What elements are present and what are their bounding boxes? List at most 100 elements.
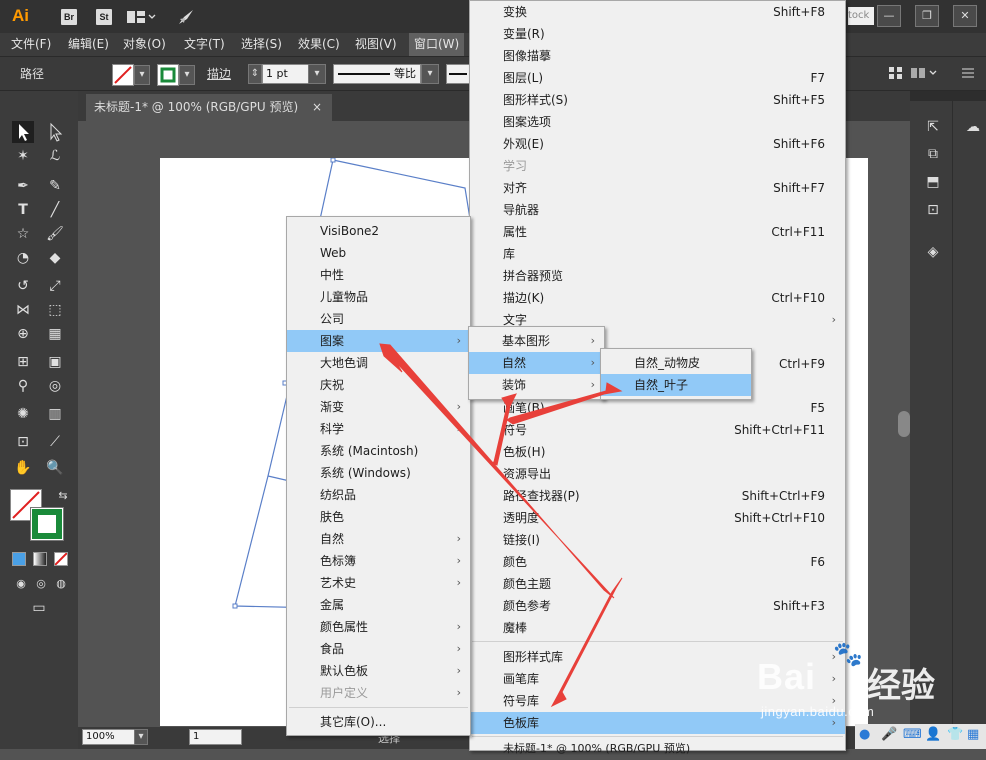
artboard-number-input[interactable]: 1 bbox=[189, 729, 242, 745]
swatch-library-item[interactable]: 系统 (Windows) bbox=[287, 462, 470, 484]
pen-tool-icon[interactable]: ✒ bbox=[12, 175, 34, 197]
stroke-profile-dropdown-icon[interactable]: ▾ bbox=[421, 64, 439, 84]
shape-builder-tool-icon[interactable]: ⊕ bbox=[12, 323, 34, 345]
window-menu-item[interactable]: 颜色 F6 bbox=[470, 551, 845, 573]
column-graph-tool-icon[interactable]: ▥ bbox=[44, 403, 66, 425]
window-menu-item[interactable]: 外观(E) Shift+F6 bbox=[470, 133, 845, 155]
draw-inside-icon[interactable]: ◍ bbox=[50, 573, 72, 595]
window-menu-item[interactable]: 魔棒 bbox=[470, 617, 845, 639]
blend-tool-icon[interactable]: ◎ bbox=[44, 375, 66, 397]
window-menu-item[interactable]: 透明度 Shift+Ctrl+F10 bbox=[470, 507, 845, 529]
swatch-library-item[interactable]: 色标簿 › bbox=[287, 550, 470, 572]
draw-normal-icon[interactable]: ◉ bbox=[10, 573, 32, 595]
pattern-item-basic[interactable]: 基本图形 › bbox=[469, 330, 604, 352]
color-mode-icon[interactable] bbox=[12, 552, 26, 566]
tray-baidu-icon[interactable]: ● bbox=[859, 727, 870, 742]
window-menu-item[interactable]: 符号 Shift+Ctrl+F11 bbox=[470, 419, 845, 441]
align-grid-icon[interactable] bbox=[888, 65, 904, 81]
swatch-library-item[interactable]: 食品 › bbox=[287, 638, 470, 660]
swap-fill-stroke-icon[interactable]: ⇆ bbox=[52, 485, 74, 507]
swatch-library-item[interactable]: 金属 bbox=[287, 594, 470, 616]
brush-definition-select[interactable] bbox=[446, 64, 470, 84]
swatch-library-item[interactable]: VisiBone2 bbox=[287, 220, 470, 242]
transform-panel-icon[interactable]: ⊡ bbox=[922, 199, 944, 221]
open-document-item[interactable]: 未标题-1* @ 100% (RGB/GPU 预览) bbox=[470, 738, 845, 760]
export-panel-icon[interactable]: ⇱ bbox=[922, 116, 944, 138]
pattern-item-decorative[interactable]: 装饰 › bbox=[469, 374, 604, 396]
swatch-library-item[interactable]: 渐变 › bbox=[287, 396, 470, 418]
stroke-color-swatch[interactable] bbox=[30, 507, 64, 541]
stroke-profile-select[interactable]: 等比 bbox=[333, 64, 421, 84]
window-menu-item[interactable]: 属性 Ctrl+F11 bbox=[470, 221, 845, 243]
stroke-weight-stepper[interactable]: ⇕ bbox=[248, 64, 262, 84]
free-transform-tool-icon[interactable]: ⬚ bbox=[44, 299, 66, 321]
swatch-library-item[interactable]: 颜色属性 › bbox=[287, 616, 470, 638]
window-menu-item[interactable]: 图案选项 bbox=[470, 111, 845, 133]
window-menu-item[interactable]: 变量(R) bbox=[470, 23, 845, 45]
window-menu-item[interactable]: 库 bbox=[470, 243, 845, 265]
sync-rocket-icon[interactable] bbox=[176, 7, 196, 27]
mesh-tool-icon[interactable]: ⊞ bbox=[12, 351, 34, 373]
magic-wand-tool-icon[interactable]: ✶ bbox=[12, 145, 34, 167]
tray-mic-icon[interactable]: 🎤 bbox=[881, 727, 897, 742]
screen-mode-icon[interactable]: ▭ bbox=[28, 597, 50, 619]
window-menu-item[interactable]: 颜色参考 Shift+F3 bbox=[470, 595, 845, 617]
fill-swatch[interactable] bbox=[112, 64, 134, 86]
workspace-layout-icon[interactable] bbox=[127, 9, 157, 25]
none-mode-icon[interactable] bbox=[54, 552, 68, 566]
window-menu-item[interactable]: 图形样式(S) Shift+F5 bbox=[470, 89, 845, 111]
swatch-library-item[interactable]: 艺术史 › bbox=[287, 572, 470, 594]
stroke-label[interactable]: 描边 bbox=[207, 65, 231, 82]
tray-keyboard-icon[interactable]: ⌨ bbox=[903, 727, 922, 742]
transform-options-icon[interactable] bbox=[910, 65, 940, 81]
asset-export-panel-icon[interactable]: ⬒ bbox=[922, 171, 944, 193]
swatch-library-item[interactable]: 公司 bbox=[287, 308, 470, 330]
perspective-grid-tool-icon[interactable]: ▦ bbox=[44, 323, 66, 345]
panel-menu-icon[interactable] bbox=[960, 65, 976, 81]
creative-cloud-libraries-icon[interactable]: ☁ bbox=[962, 116, 984, 138]
lasso-tool-icon[interactable]: ℒ bbox=[44, 145, 66, 167]
window-menu-item[interactable]: 描边(K) Ctrl+F10 bbox=[470, 287, 845, 309]
swatch-library-item[interactable]: 儿童物品 bbox=[287, 286, 470, 308]
menu-edit[interactable]: 编辑(E) bbox=[63, 33, 114, 56]
swatch-library-item[interactable]: 庆祝 bbox=[287, 374, 470, 396]
swatch-library-item[interactable]: 纺织品 bbox=[287, 484, 470, 506]
direct-selection-tool-icon[interactable] bbox=[44, 121, 66, 143]
rotate-tool-icon[interactable]: ↺ bbox=[12, 275, 34, 297]
swatch-library-item[interactable]: 大地色调 bbox=[287, 352, 470, 374]
window-menu-item[interactable]: 画笔(B) F5 bbox=[470, 397, 845, 419]
paintbrush-tool-icon[interactable]: 🖌 bbox=[44, 223, 66, 245]
nature-item-foliage[interactable]: 自然_叶子 bbox=[601, 374, 751, 396]
zoom-tool-icon[interactable]: 🔍 bbox=[44, 457, 66, 479]
menu-file[interactable]: 文件(F) bbox=[6, 33, 56, 56]
stroke-weight-input[interactable]: 1 pt bbox=[262, 64, 311, 84]
swatch-library-item[interactable]: 中性 bbox=[287, 264, 470, 286]
star-tool-icon[interactable]: ☆ bbox=[12, 223, 34, 245]
gradient-tool-icon[interactable]: ▣ bbox=[44, 351, 66, 373]
menu-window[interactable]: 窗口(W) bbox=[409, 33, 465, 56]
zoom-dropdown-icon[interactable]: ▾ bbox=[134, 729, 148, 745]
swatch-library-item[interactable]: 科学 › bbox=[287, 418, 470, 440]
restore-button[interactable]: ❐ bbox=[915, 5, 939, 27]
window-menu-item[interactable]: 拼合器预览 bbox=[470, 265, 845, 287]
other-library-item[interactable]: 其它库(O)... bbox=[287, 711, 470, 733]
stroke-swatch[interactable] bbox=[157, 64, 179, 86]
tray-user-icon[interactable]: 👤 bbox=[925, 727, 941, 742]
nature-item-animal-skins[interactable]: 自然_动物皮 bbox=[601, 352, 751, 374]
shaper-tool-icon[interactable]: ◔ bbox=[12, 247, 34, 269]
window-menu-item[interactable]: 资源导出 bbox=[470, 463, 845, 485]
symbol-sprayer-tool-icon[interactable]: ✺ bbox=[12, 403, 34, 425]
window-menu-item[interactable]: 路径查找器(P) Shift+Ctrl+F9 bbox=[470, 485, 845, 507]
layers-panel-icon[interactable]: ◈ bbox=[922, 241, 944, 263]
swatch-library-item[interactable]: Web bbox=[287, 242, 470, 264]
hand-tool-icon[interactable]: ✋ bbox=[12, 457, 34, 479]
window-menu-item[interactable]: 链接(I) bbox=[470, 529, 845, 551]
artboard-tool-icon[interactable]: ⊡ bbox=[12, 431, 34, 453]
window-menu-item[interactable]: 色板(H) bbox=[470, 441, 845, 463]
swatch-library-item[interactable]: 系统 (Macintosh) bbox=[287, 440, 470, 462]
window-menu-item[interactable]: 图层(L) F7 bbox=[470, 67, 845, 89]
menu-select[interactable]: 选择(S) bbox=[236, 33, 287, 56]
fill-dropdown-icon[interactable]: ▾ bbox=[134, 65, 150, 85]
scrollbar-thumb[interactable] bbox=[898, 411, 910, 437]
stroke-weight-dropdown-icon[interactable]: ▾ bbox=[308, 64, 326, 84]
